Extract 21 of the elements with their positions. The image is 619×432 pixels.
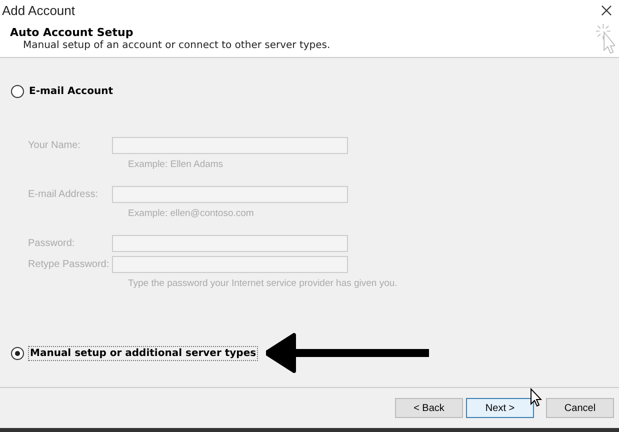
dialog-button[interactable]: Cancel — [546, 398, 614, 418]
option-label[interactable]: E-mail Account — [28, 84, 114, 98]
radio-button[interactable] — [11, 346, 24, 360]
page-subtitle: Manual setup of an account or connect to other server types. — [22, 40, 330, 51]
hint-text: Type the password your Internet service provider has given you. — [127, 278, 398, 291]
cursor-icon — [530, 388, 542, 407]
field-label: E-mail Address: — [28, 189, 100, 200]
dialog-button[interactable]: < Back — [395, 398, 463, 418]
field-label: Retype Password: — [28, 259, 110, 270]
field-label: Password: — [28, 238, 76, 249]
dialog-button[interactable]: Next > — [466, 398, 534, 418]
window-title: Add Account — [2, 2, 75, 18]
hint-text: Example: Ellen Adams — [127, 159, 224, 172]
hint-text: Example: ellen@contoso.com — [127, 208, 255, 221]
cursor-sparkle-icon — [595, 23, 615, 54]
close-icon[interactable] — [601, 4, 612, 16]
arrow-icon — [266, 333, 432, 373]
radio-button[interactable] — [11, 84, 24, 98]
option-label[interactable]: Manual setup or additional server types — [28, 346, 258, 360]
page-title: Auto Account Setup — [10, 26, 134, 39]
field-label: Your Name: — [28, 140, 82, 151]
